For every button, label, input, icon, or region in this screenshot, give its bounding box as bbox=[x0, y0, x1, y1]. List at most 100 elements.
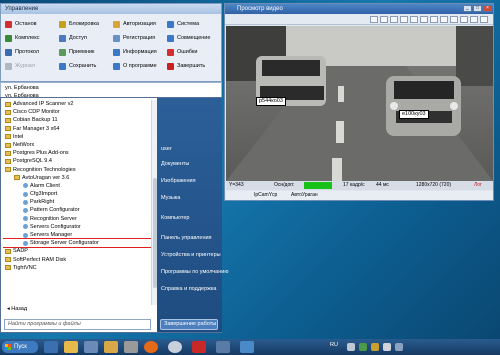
control-button-label: Ошибки bbox=[177, 49, 198, 55]
control-button[interactable]: Доступ bbox=[59, 31, 113, 45]
control-button[interactable]: О программе bbox=[113, 59, 167, 73]
tray-icon[interactable] bbox=[395, 343, 403, 351]
program-folder[interactable]: Far Manager 3 x64 bbox=[3, 125, 153, 133]
toolbar-button[interactable] bbox=[370, 16, 378, 23]
complex-icon bbox=[5, 34, 12, 42]
start-menu-link[interactable]: Документы bbox=[161, 161, 189, 167]
tray-icon[interactable] bbox=[383, 343, 391, 351]
control-button[interactable]: Журнал bbox=[5, 59, 59, 73]
program-item[interactable]: ParkRight bbox=[3, 198, 153, 206]
minimize-button[interactable]: _ bbox=[463, 5, 472, 12]
program-item[interactable]: Cfg3Import bbox=[3, 190, 153, 198]
program-folder[interactable]: Cisco CDP Monitor bbox=[3, 108, 153, 116]
start-button[interactable]: Пуск bbox=[2, 341, 38, 353]
control-button[interactable]: Совмещение bbox=[167, 31, 221, 45]
tray-icon[interactable] bbox=[371, 343, 379, 351]
program-folder[interactable]: AvtoUragan ver 3.6 bbox=[3, 174, 153, 182]
firefox-icon[interactable] bbox=[144, 341, 158, 353]
folder-icon bbox=[5, 117, 11, 123]
toolbar-button[interactable] bbox=[380, 16, 388, 23]
control-button-label: Останов bbox=[15, 21, 37, 27]
system-tray bbox=[327, 339, 500, 355]
program-item[interactable]: Servers Configurator bbox=[3, 223, 153, 231]
folder-icon bbox=[5, 150, 11, 156]
car-icon[interactable] bbox=[192, 341, 206, 353]
control-button[interactable]: Приемник bbox=[59, 45, 113, 59]
control-button[interactable]: Блокировка bbox=[59, 17, 113, 31]
toolbar-button[interactable] bbox=[470, 16, 478, 23]
toolbar-button[interactable] bbox=[460, 16, 468, 23]
clock-icon[interactable] bbox=[168, 341, 182, 353]
toolbar-button[interactable] bbox=[410, 16, 418, 23]
program-label: NetWorx bbox=[13, 141, 35, 148]
app-icon[interactable] bbox=[216, 341, 230, 353]
folder-icon bbox=[5, 248, 11, 254]
control-panel-window: Управление Останов Блокировка Авторизация С… bbox=[0, 3, 222, 82]
start-menu-link[interactable]: Устройства и принтеры bbox=[161, 252, 221, 258]
camera-list-item[interactable]: ул. Ербанова bbox=[5, 84, 217, 92]
toolbar-button[interactable] bbox=[440, 16, 448, 23]
start-menu-link[interactable]: Справка и поддержка bbox=[161, 286, 216, 292]
start-menu-link[interactable]: Компьютер bbox=[161, 215, 189, 221]
search-input[interactable]: Найти программы и файлы bbox=[4, 319, 151, 330]
control-button[interactable]: Завершить bbox=[167, 59, 221, 73]
program-folder[interactable]: TightVNC bbox=[3, 264, 153, 272]
control-button[interactable]: Ошибки bbox=[167, 45, 221, 59]
tool-icon[interactable] bbox=[124, 341, 138, 353]
control-button[interactable]: Останов bbox=[5, 17, 59, 31]
start-menu-link[interactable]: Панель управления bbox=[161, 235, 212, 241]
shutdown-button[interactable]: Завершение работы bbox=[160, 319, 218, 330]
close-button[interactable]: × bbox=[483, 5, 492, 12]
folder-icon bbox=[5, 134, 11, 140]
control-panel-title: Управление bbox=[1, 4, 221, 14]
start-menu-link[interactable]: Программы по умолчанию bbox=[161, 269, 228, 275]
program-label: Recognition Server bbox=[30, 215, 77, 222]
program-folder[interactable]: Advanced IP Scanner v2 bbox=[3, 100, 153, 108]
control-button[interactable]: Информация bbox=[113, 45, 167, 59]
toolbar-button[interactable] bbox=[430, 16, 438, 23]
back-button[interactable]: ◂ Назад bbox=[3, 305, 153, 314]
app-icon[interactable] bbox=[240, 341, 254, 353]
fps-readout: 17 кадр/с bbox=[343, 182, 365, 188]
start-menu-link[interactable]: Музыка bbox=[161, 195, 180, 201]
control-button[interactable]: Система bbox=[167, 17, 221, 31]
maximize-button[interactable]: □ bbox=[473, 5, 482, 12]
folder-icon[interactable] bbox=[64, 341, 78, 353]
start-menu-link[interactable]: user bbox=[161, 146, 172, 152]
program-folder[interactable]: SoftPerfect RAM Disk bbox=[3, 256, 153, 264]
tray-icon[interactable] bbox=[359, 343, 367, 351]
toolbar-button[interactable] bbox=[450, 16, 458, 23]
start-menu-link[interactable]: Изображения bbox=[161, 178, 196, 184]
control-button[interactable]: Сохранить bbox=[59, 59, 113, 73]
toolbar-button[interactable] bbox=[400, 16, 408, 23]
program-item[interactable]: Servers Manager bbox=[3, 231, 153, 239]
monitor-icon bbox=[167, 20, 174, 28]
toolbar-button[interactable] bbox=[480, 16, 488, 23]
toolbar-button[interactable] bbox=[420, 16, 428, 23]
control-button-label: Журнал bbox=[15, 63, 36, 69]
toolbar-button[interactable] bbox=[390, 16, 398, 23]
program-folder[interactable]: PostgreSQL 9.4 bbox=[3, 157, 153, 165]
video-frame[interactable]: р544ко03 е100ку03 bbox=[226, 26, 493, 181]
log-link[interactable]: Лог bbox=[474, 181, 482, 190]
control-button[interactable]: Протокол bbox=[5, 45, 59, 59]
program-item[interactable]: Recognition Server bbox=[3, 215, 153, 223]
program-folder[interactable]: Postgres Plus Add-ons bbox=[3, 149, 153, 157]
control-button[interactable]: Регистрация bbox=[113, 31, 167, 45]
app-icon[interactable] bbox=[84, 341, 98, 353]
program-folder[interactable]: SADP bbox=[3, 247, 153, 255]
program-folder[interactable]: Cobian Backup 11 bbox=[3, 116, 153, 124]
exit-icon bbox=[167, 62, 174, 70]
program-item[interactable]: Pattern Configurator bbox=[3, 206, 153, 214]
control-button[interactable]: Авторизация bbox=[113, 17, 167, 31]
control-button[interactable]: Комплекс bbox=[5, 31, 59, 45]
program-item[interactable]: Alarm Client bbox=[3, 182, 153, 190]
user-icon[interactable] bbox=[104, 341, 118, 353]
program-folder[interactable]: Intel bbox=[3, 133, 153, 141]
app-icon[interactable] bbox=[44, 341, 58, 353]
program-item[interactable]: Storage Server Configurator bbox=[3, 238, 153, 249]
tray-icon[interactable] bbox=[347, 343, 355, 351]
program-folder[interactable]: Recognition Technologies bbox=[3, 166, 153, 174]
program-label: TightVNC bbox=[13, 264, 37, 271]
program-folder[interactable]: NetWorx bbox=[3, 141, 153, 149]
